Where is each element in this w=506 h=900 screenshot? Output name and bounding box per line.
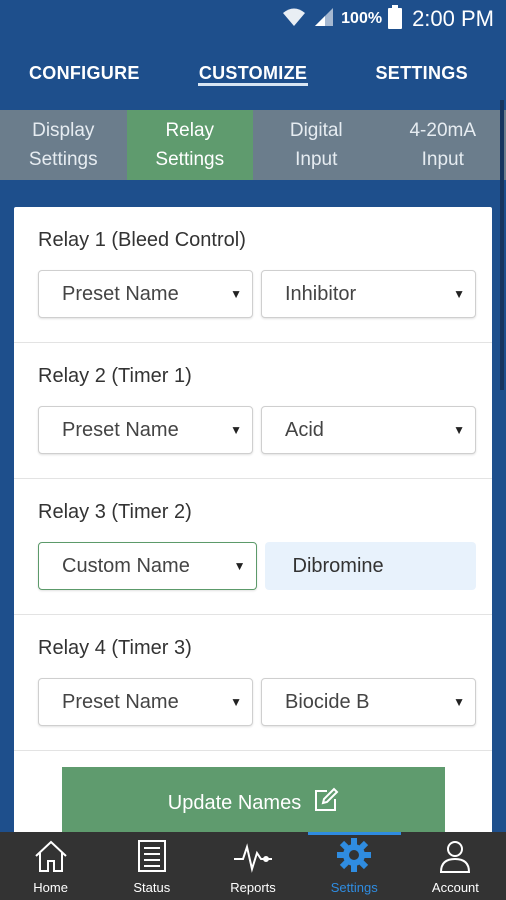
subtab-relay-settings[interactable]: Relay Settings	[126, 110, 253, 180]
signal-icon	[313, 6, 335, 33]
relay-title: Relay 1 (Bleed Control)	[38, 229, 246, 251]
person-icon	[438, 839, 472, 880]
caret-down-icon: ▼	[230, 695, 242, 709]
tab-customize[interactable]: CUSTOMIZE	[169, 38, 338, 108]
name-type-select[interactable]: Custom Name ▼	[38, 542, 257, 590]
caret-down-icon: ▼	[230, 423, 242, 437]
nav-label: Home	[33, 880, 68, 895]
relay-title: Relay 4 (Timer 3)	[38, 637, 192, 659]
battery-percent: 100%	[341, 10, 383, 27]
name-type-select[interactable]: Preset Name ▼	[38, 678, 253, 726]
tab-configure[interactable]: CONFIGURE	[0, 38, 169, 108]
bottom-nav: Home Status Reports Settings Account	[0, 832, 506, 900]
clock: 2:00 PM	[412, 6, 494, 31]
sub-tabs: Display Settings Relay Settings Digital …	[0, 110, 506, 180]
nav-reports[interactable]: Reports	[202, 832, 303, 900]
preset-name-select[interactable]: Inhibitor ▼	[261, 270, 476, 318]
select-value: Biocide B	[285, 690, 370, 713]
select-value: Custom Name	[62, 554, 190, 577]
preset-name-select[interactable]: Acid ▼	[261, 406, 476, 454]
relay-settings-card: Relay 1 (Bleed Control) Preset Name ▼ In…	[14, 207, 492, 847]
select-value: Inhibitor	[285, 282, 357, 305]
nav-label: Account	[431, 880, 479, 895]
subtab-digital-input[interactable]: Digital Input	[253, 110, 380, 180]
select-value: Preset Name	[62, 282, 179, 305]
update-names-label: Update Names	[167, 791, 302, 814]
relay-3-block: Relay 3 (Timer 2) Custom Name ▼ Dibromin…	[14, 479, 492, 615]
tab-settings[interactable]: SETTINGS	[337, 38, 506, 108]
caret-down-icon: ▼	[453, 695, 465, 709]
nav-settings[interactable]: Settings	[304, 832, 405, 900]
subtab-display-settings[interactable]: Display Settings	[0, 110, 127, 180]
battery-icon	[388, 4, 403, 34]
edit-icon	[313, 787, 339, 819]
status-icon	[135, 839, 169, 880]
select-value: Preset Name	[62, 418, 179, 441]
caret-down-icon: ▼	[453, 423, 465, 437]
top-nav: CONFIGURE CUSTOMIZE SETTINGS	[0, 38, 506, 108]
status-bar: 100% 2:00 PM	[0, 0, 506, 38]
relay-title: Relay 3 (Timer 2)	[38, 501, 192, 523]
relay-1-block: Relay 1 (Bleed Control) Preset Name ▼ In…	[14, 207, 492, 343]
custom-name-input[interactable]: Dibromine	[264, 542, 476, 590]
nav-home[interactable]: Home	[0, 832, 101, 900]
name-type-select[interactable]: Preset Name ▼	[38, 406, 253, 454]
caret-down-icon: ▼	[233, 559, 246, 573]
nav-status[interactable]: Status	[101, 832, 202, 900]
nav-label: Status	[133, 880, 171, 895]
caret-down-icon: ▼	[230, 287, 242, 301]
name-type-select[interactable]: Preset Name ▼	[38, 270, 253, 318]
nav-label: Reports	[230, 880, 276, 895]
pulse-icon	[233, 839, 273, 880]
select-value: Acid	[285, 418, 324, 441]
nav-label: Settings	[330, 880, 378, 895]
relay-title: Relay 2 (Timer 1)	[38, 365, 192, 387]
gear-icon	[336, 837, 372, 880]
scrollbar[interactable]	[500, 100, 504, 390]
home-icon	[33, 839, 69, 880]
relay-2-block: Relay 2 (Timer 1) Preset Name ▼ Acid ▼	[14, 343, 492, 479]
relay-4-block: Relay 4 (Timer 3) Preset Name ▼ Biocide …	[14, 615, 492, 751]
caret-down-icon: ▼	[453, 287, 465, 301]
nav-account[interactable]: Account	[405, 832, 506, 900]
select-value: Preset Name	[62, 690, 179, 713]
preset-name-select[interactable]: Biocide B ▼	[261, 678, 476, 726]
update-names-button[interactable]: Update Names	[62, 767, 445, 839]
subtab-4-20ma-input[interactable]: 4-20mA Input	[380, 110, 506, 180]
wifi-icon	[281, 6, 307, 33]
